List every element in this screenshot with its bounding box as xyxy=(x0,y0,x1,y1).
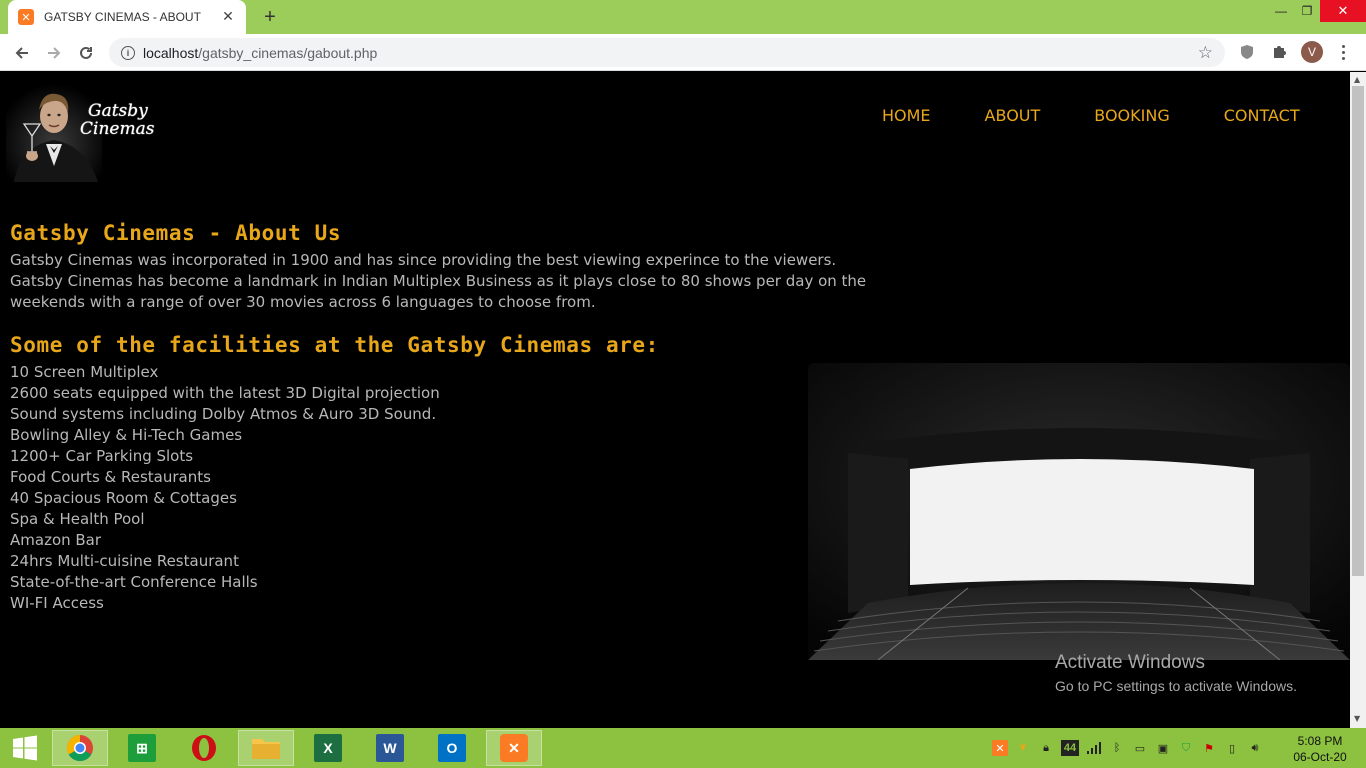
reload-icon xyxy=(80,46,92,59)
forward-button[interactable] xyxy=(41,40,67,66)
battery-tray-badge[interactable]: 44 xyxy=(1061,740,1079,756)
facility-item: State-of-the-art Conference Halls xyxy=(10,573,258,591)
url-path: /gatsby_cinemas/gabout.php xyxy=(198,44,378,61)
windows-logo-icon xyxy=(13,735,37,761)
chrome-menu-icon[interactable] xyxy=(1333,42,1353,62)
xampp-tray-icon[interactable]: ✕ xyxy=(992,740,1008,756)
tab-title: GATSBY CINEMAS - ABOUT xyxy=(44,10,201,24)
new-tab-button[interactable]: + xyxy=(258,6,282,28)
nav-about-link[interactable]: ABOUT xyxy=(985,106,1041,125)
bookmark-star-icon[interactable]: ☆ xyxy=(1198,43,1213,63)
taskbar-chrome[interactable] xyxy=(52,730,108,766)
vlc-tray-icon[interactable]: ▼ xyxy=(1015,740,1031,756)
forward-arrow-icon xyxy=(48,47,61,59)
chrome-icon xyxy=(66,734,93,762)
taskbar-excel[interactable]: X xyxy=(300,730,356,766)
nav-contact-link[interactable]: CONTACT xyxy=(1224,106,1300,125)
close-window-button[interactable]: ✕ xyxy=(1320,0,1366,22)
logo-line-1: Gatsby xyxy=(88,101,148,121)
volume-tray-icon[interactable]: 🔊︎ xyxy=(1247,740,1263,756)
folder-icon xyxy=(252,739,280,759)
activate-windows-watermark: Activate Windows Go to PC settings to ac… xyxy=(1055,652,1297,694)
facility-item: Bowling Alley & Hi-Tech Games xyxy=(10,426,243,444)
scroll-down-icon[interactable]: ▼ xyxy=(1354,714,1360,723)
defender-tray-icon[interactable]: ⛉ xyxy=(1178,740,1194,756)
taskbar-outlook[interactable]: O xyxy=(424,730,480,766)
window-controls: — ❐ ✕ xyxy=(1268,0,1366,22)
logo-line-2: Cinemas xyxy=(80,119,155,139)
minimize-button[interactable]: — xyxy=(1268,0,1294,22)
facility-item: 1200+ Car Parking Slots xyxy=(10,447,194,465)
facility-item: 24hrs Multi-cuisine Restaurant xyxy=(10,552,239,570)
scroll-thumb[interactable] xyxy=(1352,86,1364,576)
site-info-icon[interactable]: i xyxy=(121,45,135,60)
logo-wordmark: Gatsby Cinemas xyxy=(80,102,154,138)
facility-item: WI-FI Access xyxy=(10,594,104,612)
browser-tabstrip: ✕ GATSBY CINEMAS - ABOUT ✕ + — ❐ ✕ xyxy=(0,0,1366,34)
word-icon: W xyxy=(376,734,404,762)
url-text[interactable]: localhost/gatsby_cinemas/gabout.php xyxy=(143,45,1198,61)
page-title: Gatsby Cinemas - About Us xyxy=(10,221,342,245)
taskbar-word[interactable]: W xyxy=(362,730,418,766)
lock-tray-icon[interactable]: 🔒︎ xyxy=(1038,740,1054,756)
address-bar[interactable]: i localhost/gatsby_cinemas/gabout.php ☆ xyxy=(109,38,1225,67)
intro-paragraph: Gatsby Cinemas was incorporated in 1900 … xyxy=(10,251,867,311)
excel-icon: X xyxy=(314,734,342,762)
facility-item: 2600 seats equipped with the latest 3D D… xyxy=(10,384,440,402)
browser-tab[interactable]: ✕ GATSBY CINEMAS - ABOUT ✕ xyxy=(8,0,246,34)
nav-booking-link[interactable]: BOOKING xyxy=(1094,106,1169,125)
clock-date: 06-Oct-20 xyxy=(1293,750,1347,764)
facility-item: 40 Spacious Room & Cottages xyxy=(10,489,237,507)
profile-avatar[interactable]: V xyxy=(1301,41,1323,63)
site-logo[interactable]: Gatsby Cinemas xyxy=(6,84,166,182)
main-nav: HOME ABOUT BOOKING CONTACT xyxy=(882,106,1300,125)
store-icon: ⊞ xyxy=(128,734,156,762)
browser-toolbar: i localhost/gatsby_cinemas/gabout.php ☆ … xyxy=(0,34,1366,71)
clock-time: 5:08 PM xyxy=(1297,734,1343,748)
taskbar-opera[interactable] xyxy=(176,730,232,766)
outlook-icon: O xyxy=(438,734,466,762)
activate-windows-subtitle: Go to PC settings to activate Windows. xyxy=(1055,678,1297,694)
back-arrow-icon xyxy=(15,47,28,59)
page-content: Gatsby Cinemas HOME ABOUT BOOKING CONTAC… xyxy=(0,72,1350,728)
restore-button[interactable]: ❐ xyxy=(1294,0,1320,22)
shield-icon xyxy=(1241,45,1253,59)
scroll-up-icon[interactable]: ▲ xyxy=(1354,75,1360,84)
flag-tray-icon[interactable]: ⚑ xyxy=(1201,740,1217,756)
taskbar-file-explorer[interactable] xyxy=(238,730,294,766)
xampp-icon: ✕ xyxy=(500,734,528,762)
facilities-heading: Some of the facilities at the Gatsby Cin… xyxy=(10,333,659,357)
nav-home-link[interactable]: HOME xyxy=(882,106,931,125)
power-tray-icon[interactable]: ▯ xyxy=(1224,740,1240,756)
facility-item: 10 Screen Multiplex xyxy=(10,363,159,381)
taskbar-xampp[interactable]: ✕ xyxy=(486,730,542,766)
facility-item: Food Courts & Restaurants xyxy=(10,468,211,486)
taskbar-store[interactable]: ⊞ xyxy=(114,730,170,766)
signal-tray-icon[interactable] xyxy=(1086,740,1102,756)
reload-button[interactable] xyxy=(73,40,99,66)
extensions-puzzle-icon[interactable] xyxy=(1269,42,1289,62)
windows-taskbar: ⊞ X W O ✕ ✕ ▼ 🔒︎ 44 ᛒ ▭ ▣ ⛉ ⚑ ▯ 🔊︎ 5:08 … xyxy=(0,728,1366,768)
taskbar-clock[interactable]: 5:08 PM 06-Oct-20 xyxy=(1290,733,1350,765)
bluetooth-tray-icon[interactable]: ᛒ xyxy=(1109,740,1125,756)
display-tray-icon[interactable]: ▭ xyxy=(1132,740,1148,756)
monitor-tray-icon[interactable]: ▣ xyxy=(1155,740,1171,756)
activate-windows-title: Activate Windows xyxy=(1055,652,1205,673)
shield-extension-icon[interactable] xyxy=(1237,42,1257,62)
opera-icon xyxy=(192,735,216,761)
page-scrollbar[interactable]: ▲ ▼ xyxy=(1350,72,1366,728)
cinema-hall-image xyxy=(808,363,1350,660)
facilities-list: 10 Screen Multiplex 2600 seats equipped … xyxy=(10,362,440,614)
back-button[interactable] xyxy=(9,40,35,66)
puzzle-icon xyxy=(1274,46,1286,58)
tab-close-icon[interactable]: ✕ xyxy=(220,9,236,25)
xampp-favicon-icon: ✕ xyxy=(18,9,34,25)
url-host: localhost xyxy=(143,44,199,61)
start-button[interactable] xyxy=(0,730,50,766)
facility-item: Spa & Health Pool xyxy=(10,510,145,528)
facility-item: Amazon Bar xyxy=(10,531,102,549)
facility-item: Sound systems including Dolby Atmos & Au… xyxy=(10,405,437,423)
system-tray: ✕ ▼ 🔒︎ 44 ᛒ ▭ ▣ ⛉ ⚑ ▯ 🔊︎ xyxy=(992,738,1270,758)
